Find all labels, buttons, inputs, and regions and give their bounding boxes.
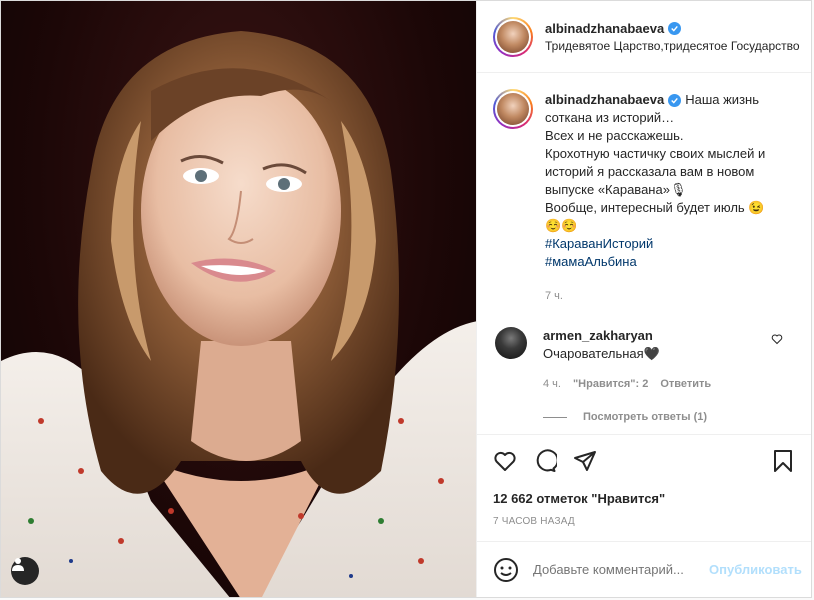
caption-line: историй я рассказала вам в новом [545, 164, 755, 179]
caption-line: Крохотную частичку своих мыслей и [545, 146, 766, 161]
comment-item: armen_zakharyan Очаровательная🖤 4 ч. "Нр… [493, 327, 795, 393]
comment-time[interactable]: 4 ч. [543, 375, 561, 393]
tagged-users-button[interactable] [11, 557, 39, 585]
like-heart-icon[interactable] [493, 449, 517, 473]
caption-line: соткана из историй… [545, 110, 675, 125]
share-paper-plane-icon[interactable] [573, 449, 597, 473]
post-actions: 12 662 отметок "Нравится" 7 ЧАСОВ НАЗАД [477, 434, 811, 541]
post-caption: albinadzhanabaeva Наша жизнь соткана из … [493, 89, 795, 305]
replies-divider [543, 416, 567, 418]
caption-line: Наша жизнь [685, 92, 759, 107]
comment-bubble-icon[interactable] [533, 449, 557, 473]
caption-line: выпуске «Каравана»🎙 [545, 182, 687, 197]
post-header: albinadzhanabaeva Тридевятое Царство,три… [477, 1, 811, 73]
author-avatar[interactable] [493, 16, 533, 57]
publish-button[interactable]: Опубликовать [709, 562, 802, 577]
caption-line: ☺️☺️ [545, 218, 578, 233]
comment-text: Очаровательная🖤 [543, 346, 660, 361]
add-comment-bar: Опубликовать [477, 541, 811, 597]
post-location[interactable]: Тридевятое Царство,тридесятое Государств… [545, 39, 800, 53]
view-replies-button[interactable]: Посмотреть ответы (1) [543, 411, 795, 423]
caption-line: Вообще, интересный будет июль 😉 [545, 200, 765, 215]
bookmark-icon[interactable] [771, 449, 795, 473]
commenter-avatar[interactable] [495, 327, 527, 359]
reply-button[interactable]: Ответить [660, 375, 711, 393]
author-username[interactable]: albinadzhanabaeva [545, 21, 664, 36]
user-icon [12, 558, 24, 571]
verified-badge-icon [668, 93, 682, 107]
post-dialog: albinadzhanabaeva Тридевятое Царство,три… [0, 0, 812, 598]
hashtag-link[interactable]: #КараванИсторий [545, 235, 765, 253]
verified-badge-icon [668, 21, 682, 35]
posted-time[interactable]: 7 ЧАСОВ НАЗАД [493, 516, 795, 527]
view-replies-label: Посмотреть ответы (1) [583, 411, 708, 423]
likes-count[interactable]: 12 662 отметок "Нравится" [493, 491, 795, 506]
caption-time[interactable]: 7 ч. [545, 287, 765, 305]
post-photo[interactable] [1, 1, 476, 597]
post-panel: albinadzhanabaeva Тридевятое Царство,три… [476, 1, 811, 597]
caption-line: Всех и не расскажешь. [545, 128, 684, 143]
caption-author-avatar[interactable] [493, 89, 533, 129]
emoji-icon[interactable] [493, 557, 519, 583]
caption-username[interactable]: albinadzhanabaeva [545, 91, 664, 109]
comment-like-heart-icon[interactable] [771, 333, 783, 348]
commenter-username[interactable]: armen_zakharyan [543, 327, 711, 345]
hashtag-link[interactable]: #мамаАльбина [545, 253, 765, 271]
comments-section: albinadzhanabaeva Наша жизнь соткана из … [477, 73, 811, 434]
portrait-illustration [1, 31, 476, 597]
comment-input[interactable] [533, 562, 709, 577]
comment-likes[interactable]: "Нравится": 2 [573, 375, 648, 393]
